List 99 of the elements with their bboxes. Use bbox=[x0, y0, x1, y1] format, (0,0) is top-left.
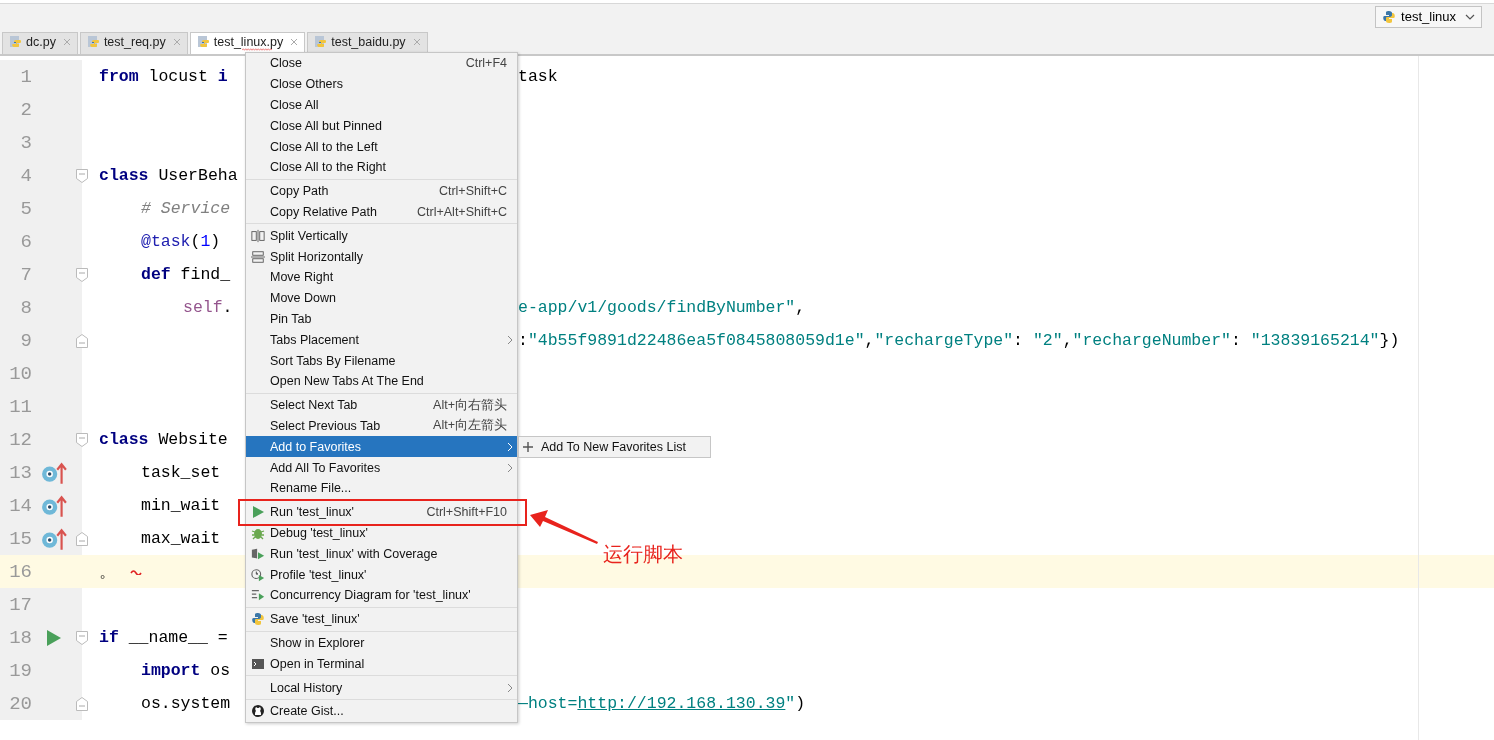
menu-item[interactable]: Concurrency Diagram for 'test_linux' bbox=[246, 584, 517, 606]
line-number: 3 bbox=[19, 131, 32, 154]
menu-item[interactable]: Move Right bbox=[246, 266, 517, 288]
python-file-icon bbox=[9, 35, 23, 49]
code-text: task_set bbox=[141, 463, 221, 482]
python-file-icon bbox=[196, 35, 211, 49]
code-text: max_wait bbox=[141, 529, 221, 548]
run-icon[interactable] bbox=[46, 628, 62, 647]
menu-item[interactable]: Move Down bbox=[246, 287, 517, 309]
circle-up-arrow-icon[interactable] bbox=[41, 460, 67, 485]
fold-icon[interactable] bbox=[76, 696, 88, 711]
run-config-dropdown[interactable]: test_linux bbox=[1375, 5, 1482, 28]
close-icon[interactable] bbox=[412, 38, 421, 46]
code-text: # Service bbox=[141, 199, 231, 218]
code-text: os.system bbox=[141, 694, 231, 713]
plus-icon bbox=[523, 442, 533, 452]
menu-item[interactable]: Close All to the Right bbox=[246, 157, 517, 178]
menu-item[interactable]: Close Others bbox=[246, 73, 517, 95]
code-text: self. bbox=[183, 298, 233, 317]
line-number: 13 bbox=[8, 461, 32, 484]
line-number: 9 bbox=[19, 329, 32, 352]
python-file-icon bbox=[314, 35, 329, 49]
fold-icon[interactable] bbox=[76, 531, 88, 546]
menu-item[interactable]: Close All to the Left bbox=[246, 136, 517, 157]
fold-icon[interactable] bbox=[76, 267, 88, 282]
code-text: —host=http://192.168.130.39") bbox=[518, 694, 806, 713]
line-number: 15 bbox=[8, 527, 32, 550]
code-text: @task(1) bbox=[141, 232, 221, 251]
code-text: class UserBeha bbox=[99, 166, 238, 185]
close-icon[interactable] bbox=[172, 38, 181, 46]
link[interactable]: http://192.168.130.39 bbox=[577, 694, 786, 713]
line-number: 1 bbox=[19, 65, 32, 88]
menu-item[interactable]: Open New Tabs At The End bbox=[246, 370, 517, 392]
editor-tab[interactable]: test_linux.py bbox=[189, 32, 306, 54]
menu-item[interactable]: Run 'test_linux' with Coverage bbox=[246, 543, 517, 565]
code-text: class Website bbox=[99, 430, 228, 449]
code-text: e-app/v1/goods/findByNumber", bbox=[518, 298, 806, 317]
line-number: 4 bbox=[19, 164, 32, 187]
editor-tab[interactable]: test_req.py bbox=[79, 32, 188, 54]
line-number: 2 bbox=[19, 98, 32, 121]
menu-item[interactable]: Select Next Tab Alt+向右箭头 bbox=[246, 394, 517, 416]
menu-item[interactable]: Add to Favorites bbox=[246, 436, 517, 458]
code-text: import os bbox=[141, 661, 231, 680]
line-number: 7 bbox=[19, 263, 32, 286]
line-number: 19 bbox=[8, 659, 32, 682]
python-file-icon bbox=[86, 35, 101, 49]
menu-item[interactable]: Copy Relative Path Ctrl+Alt+Shift+C bbox=[246, 201, 517, 223]
close-icon[interactable] bbox=[290, 38, 299, 46]
menu-item[interactable]: Close All but Pinned bbox=[246, 115, 517, 137]
code-text: min_wait bbox=[141, 496, 221, 515]
menu-item[interactable]: Close Ctrl+F4 bbox=[246, 53, 517, 74]
menu-item[interactable]: Debug 'test_linux' bbox=[246, 522, 517, 544]
menu-item[interactable]: Split Vertically bbox=[246, 225, 517, 247]
line-number: 20 bbox=[8, 692, 32, 715]
caret-icon bbox=[1465, 13, 1475, 20]
line-number: 18 bbox=[8, 626, 32, 649]
editor-tab[interactable]: test_baidu.py bbox=[307, 32, 428, 54]
menu-item[interactable]: Sort Tabs By Filename bbox=[246, 350, 517, 371]
menu-item[interactable]: Pin Tab bbox=[246, 308, 517, 330]
menu-item[interactable]: Select Previous Tab Alt+向左箭头 bbox=[246, 415, 517, 437]
menu-item[interactable]: Local History bbox=[246, 677, 517, 698]
code-text: task bbox=[518, 67, 558, 86]
menu-item[interactable]: Close All bbox=[246, 94, 517, 116]
code-text: 。 bbox=[99, 561, 116, 583]
menu-item[interactable]: Copy Path Ctrl+Shift+C bbox=[246, 180, 517, 202]
code-text: from locust i bbox=[99, 67, 228, 86]
menu-item[interactable]: Add To New Favorites List bbox=[519, 437, 710, 457]
line-number: 16 bbox=[8, 560, 32, 583]
menu-item[interactable]: Profile 'test_linux' bbox=[246, 564, 517, 585]
menu-item[interactable]: Save 'test_linux' bbox=[246, 608, 517, 630]
menu-item[interactable]: Run 'test_linux' Ctrl+Shift+F10 bbox=[246, 501, 517, 523]
fold-icon[interactable] bbox=[76, 333, 88, 348]
line-number: 10 bbox=[8, 362, 32, 385]
menu-item[interactable]: Rename File... bbox=[246, 477, 517, 499]
line-number: 5 bbox=[19, 197, 32, 220]
menu-item[interactable]: Tabs Placement bbox=[246, 329, 517, 351]
close-icon[interactable] bbox=[62, 38, 71, 46]
line-number: 8 bbox=[19, 296, 32, 319]
code-text: def find_ bbox=[141, 265, 231, 284]
line-number: 6 bbox=[19, 230, 32, 253]
fold-icon[interactable] bbox=[76, 168, 88, 183]
line-number: 14 bbox=[8, 494, 32, 517]
circle-up-arrow-icon[interactable] bbox=[41, 526, 67, 551]
code-text: if __name__ = bbox=[99, 628, 228, 647]
fold-icon[interactable] bbox=[76, 432, 88, 447]
menu-item[interactable]: Open in Terminal bbox=[246, 653, 517, 675]
circle-up-arrow-icon[interactable] bbox=[41, 493, 67, 518]
line-number: 11 bbox=[8, 395, 32, 418]
fold-icon[interactable] bbox=[76, 630, 88, 645]
annotation-text: 运行脚本 bbox=[603, 541, 683, 568]
menu-item[interactable]: Create Gist... bbox=[246, 700, 517, 722]
menu-item[interactable]: Split Horizontally bbox=[246, 246, 517, 267]
line-number: 17 bbox=[8, 593, 32, 616]
menu-item[interactable]: Show in Explorer bbox=[246, 632, 517, 654]
menu-item[interactable]: Add All To Favorites bbox=[246, 457, 517, 478]
python-icon bbox=[1382, 9, 1397, 24]
editor-tab[interactable]: dc.py bbox=[2, 32, 78, 54]
line-number: 12 bbox=[8, 428, 32, 451]
code-text: :"4b55f9891d22486ea5f0845808059d1e","rechargeType": "2","rechargeNumber": "13839165214"}) bbox=[518, 331, 1400, 350]
